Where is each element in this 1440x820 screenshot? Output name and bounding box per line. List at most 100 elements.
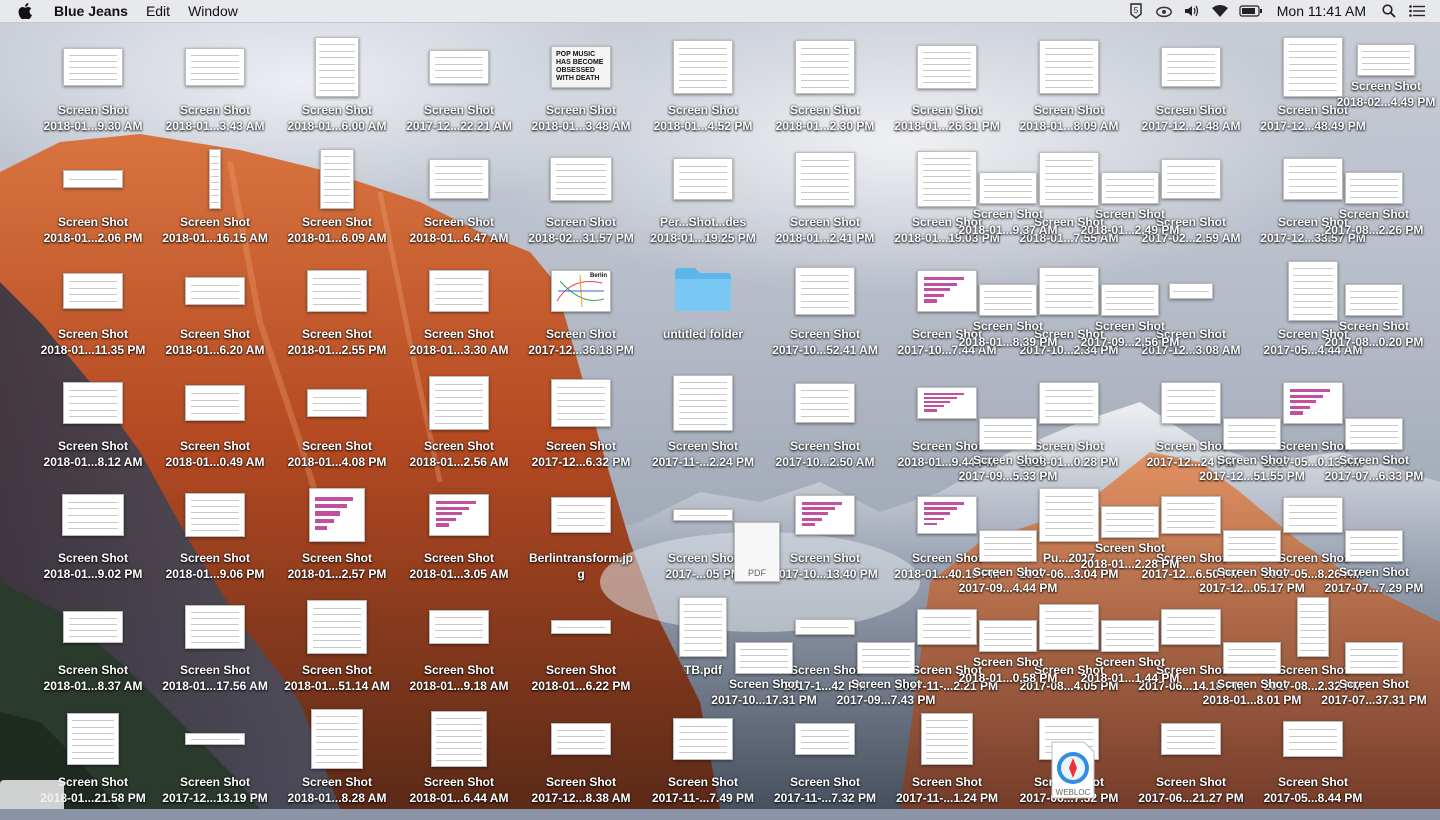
file-label: Screen Shot 2017-10...17.31 PM <box>703 676 825 708</box>
desktop-file-icon[interactable]: Screen Shot 2017-10...17.31 PM <box>703 610 825 722</box>
desktop-file-icon[interactable]: Screen Shot 2018-01...2.28 PM <box>1069 474 1191 586</box>
desktop-file-icon[interactable]: Screen Shot 2018-01...3.43 AM <box>154 36 276 148</box>
desktop-file-icon[interactable]: Screen Shot 2018-01...2.30 PM <box>764 36 886 148</box>
desktop-file-icon[interactable]: Screen Shot 2018-01...9.18 AM <box>398 596 520 708</box>
desktop-file-icon[interactable]: Screen Shot 2017-12...8.38 AM <box>520 708 642 820</box>
desktop-file-icon[interactable]: Screen Shot 2018-01...3.30 AM <box>398 260 520 372</box>
file-thumbnail <box>551 620 611 634</box>
desktop-file-icon[interactable]: Screen Shot 2017-10...13.40 PM <box>764 484 886 596</box>
desktop-file-icon[interactable]: Screen Shot 2017-08...2.26 PM <box>1313 140 1435 252</box>
desktop-file-icon[interactable]: Screen Shot 2018-01...17.56 AM <box>154 596 276 708</box>
desktop-file-icon[interactable]: Screen Shot 2018-01...4.08 PM <box>276 372 398 484</box>
desktop-file-icon[interactable]: Screen Shot 2017-11-...7.32 PM <box>764 708 886 820</box>
desktop-file-icon[interactable]: Screen Shot 2018-01...8.01 PM <box>1191 610 1313 722</box>
desktop-file-icon[interactable]: Screen Shot 2018-01...8.37 AM <box>32 596 154 708</box>
file-date: 2018-01...8.09 AM <box>1019 119 1119 133</box>
desktop-file-icon[interactable]: POP MUSIC HAS BECOME OBSESSED WITH DEATH… <box>520 36 642 148</box>
menu-clock[interactable]: Mon 11:41 AM <box>1277 3 1366 19</box>
desktop-file-icon[interactable]: Screen Shot 2018-01...2.49 PM <box>1069 140 1191 252</box>
file-label: untitled folder <box>642 326 764 342</box>
desktop-file-icon[interactable]: Screen Shot 2018-01...16.15 AM <box>154 148 276 260</box>
desktop-file-icon[interactable]: untitled folder <box>642 260 764 372</box>
desktop-file-icon[interactable]: Screen Shot 2018-01...6.22 PM <box>520 596 642 708</box>
desktop-file-icon[interactable]: Screen Shot 2018-01...0.58 PM <box>947 588 1069 700</box>
desktop-file-icon[interactable]: Screen Shot 2017-06...21.27 PM <box>1130 708 1252 820</box>
spotlight-search-icon[interactable] <box>1380 3 1398 19</box>
desktop-file-icon[interactable]: Berlintransform.jp g <box>520 484 642 596</box>
wifi-icon[interactable] <box>1211 3 1229 19</box>
desktop-file-icon[interactable]: Screen Shot 2017-12...2.48 AM <box>1130 36 1252 148</box>
battery-icon[interactable] <box>1239 3 1263 19</box>
desktop-file-icon[interactable]: Screen Shot 2017-05...8.44 PM <box>1252 708 1374 820</box>
desktop-file-icon[interactable]: Screen Shot 2017-07...6.33 PM <box>1313 386 1435 498</box>
file-name: Screen Shot <box>545 439 617 453</box>
desktop-file-icon[interactable]: Screen Shot 2017-08...0.20 PM <box>1313 252 1435 364</box>
bluejeans-icon[interactable]: 5 <box>1127 3 1145 19</box>
desktop-file-icon[interactable]: Screen Shot 2018-01...9.37 AM <box>947 140 1069 252</box>
notification-center-icon[interactable] <box>1408 3 1426 19</box>
file-date: 2017-10...52.41 AM <box>772 343 878 357</box>
desktop-file-icon[interactable]: Screen Shot 2017-07...37.31 PM <box>1313 610 1435 722</box>
desktop-file-icon[interactable]: Screen Shot 2018-01...2.06 PM <box>32 148 154 260</box>
desktop-file-icon[interactable]: Screen Shot 2018-01...3.05 AM <box>398 484 520 596</box>
desktop-file-icon[interactable]: Screen Shot 2018-01...0.49 AM <box>154 372 276 484</box>
volume-icon[interactable] <box>1183 3 1201 19</box>
desktop-file-icon[interactable]: Screen Shot 2018-01...9.30 AM <box>32 36 154 148</box>
file-label: Screen Shot 2018-01...1.44 PM <box>1069 654 1191 686</box>
desktop-file-icon[interactable]: Screen Shot 2018-01...4.52 PM <box>642 36 764 148</box>
desktop-file-icon[interactable]: Screen Shot 2017-12...51.55 PM <box>1191 386 1313 498</box>
desktop-file-icon[interactable]: Screen Shot 2017-10...52.41 AM <box>764 260 886 372</box>
desktop-file-icon[interactable]: Screen Shot 2018-01...1.44 PM <box>1069 588 1191 700</box>
file-thumbnail <box>1101 284 1159 316</box>
desktop-file-icon[interactable]: Screen Shot 2017-10...2.50 AM <box>764 372 886 484</box>
desktop-file-icon[interactable]: Screen Shot 2018-01...51.14 AM <box>276 596 398 708</box>
desktop-file-icon[interactable]: Screen Shot 2017-12...05.17 PM <box>1191 498 1313 610</box>
desktop-file-icon[interactable]: Screen Shot 2017-11-...7.49 PM <box>642 708 764 820</box>
file-label: Screen Shot 2017-07...37.31 PM <box>1313 676 1435 708</box>
desktop-file-icon[interactable]: Screen Shot 2017-12...6.32 PM <box>520 372 642 484</box>
apple-icon[interactable] <box>18 2 36 20</box>
menu-app-name[interactable]: Blue Jeans <box>54 3 128 19</box>
desktop-file-icon[interactable]: Screen Shot 2018-01...8.28 AM <box>276 708 398 820</box>
pdf-file-icon[interactable]: PDF <box>734 522 780 582</box>
desktop-file-icon[interactable]: Per...Shot...des 2018-01...19.25 PM <box>642 148 764 260</box>
desktop-file-icon[interactable]: Screen Shot 2017-12...22.21 AM <box>398 36 520 148</box>
desktop-file-icon[interactable]: Screen Shot 2017-12...13.19 PM <box>154 708 276 820</box>
desktop-file-icon[interactable]: Screen Shot 2018-01...6.44 AM <box>398 708 520 820</box>
desktop-file-icon[interactable]: Screen Shot 2017-11-...1.24 PM <box>886 708 1008 820</box>
menu-edit[interactable]: Edit <box>146 3 170 19</box>
desktop-file-icon[interactable]: Screen Shot 2018-01...2.56 AM <box>398 372 520 484</box>
desktop-file-icon[interactable]: Screen Shot 2018-01...26.31 PM <box>886 36 1008 148</box>
menu-window[interactable]: Window <box>188 3 238 19</box>
desktop-file-icon[interactable]: Screen Shot 2018-01...8.12 AM <box>32 372 154 484</box>
desktop-file-icon[interactable]: Screen Shot 2018-01...2.41 PM <box>764 148 886 260</box>
file-thumbnail <box>795 495 855 535</box>
file-name: Screen Shot <box>301 327 373 341</box>
desktop-file-icon[interactable]: Screen Shot 2018-01...6.47 AM <box>398 148 520 260</box>
desktop-file-icon[interactable]: Screen Shot 2017-09...5.33 PM <box>947 386 1069 498</box>
file-thumbnail <box>673 718 733 760</box>
desktop-file-icon[interactable]: Screen Shot 2017-09...7.43 PM <box>825 610 947 722</box>
file-name: Screen Shot <box>1033 103 1105 117</box>
desktop-file-icon[interactable]: Screen Shot 2018-02...4.49 PM <box>1325 12 1440 124</box>
desktop-file-icon[interactable]: Screen Shot 2018-02...31.57 PM <box>520 148 642 260</box>
desktop-file-icon[interactable]: Screen Shot 2018-01...6.20 AM <box>154 260 276 372</box>
desktop-file-icon[interactable]: Screen Shot 2018-01...8.09 AM <box>1008 36 1130 148</box>
desktop-file-icon[interactable]: Screen Shot 2017-07...7.29 PM <box>1313 498 1435 610</box>
file-thumbnail <box>307 270 367 312</box>
file-thumbnail <box>673 158 733 200</box>
desktop-file-icon[interactable]: Screen Shot 2018-01...6.09 AM <box>276 148 398 260</box>
desktop-file-icon[interactable]: Screen Shot 2018-01...2.57 PM <box>276 484 398 596</box>
creative-cloud-icon[interactable] <box>1155 3 1173 19</box>
desktop-file-icon[interactable]: Screen Shot 2017-11-...2.24 PM <box>642 372 764 484</box>
desktop-file-icon[interactable]: Screen Shot 2017-09...2.56 PM <box>1069 252 1191 364</box>
webloc-file-icon[interactable]: WEBLOC <box>1048 740 1098 800</box>
file-name: Screen Shot <box>1338 319 1410 333</box>
desktop-file-icon[interactable]: Screen Shot 2018-01...9.02 PM <box>32 484 154 596</box>
desktop-file-icon[interactable]: Screen Shot 2018-01...2.55 PM <box>276 260 398 372</box>
desktop-file-icon[interactable]: Screen Shot 2018-01...6.00 AM <box>276 36 398 148</box>
desktop-file-icon[interactable]: Screen Shot 2018-01...8.39 PM <box>947 252 1069 364</box>
desktop-file-icon[interactable]: Screen Shot 2018-01...11.35 PM <box>32 260 154 372</box>
desktop-file-icon[interactable]: Screen Shot 2018-01...9.06 PM <box>154 484 276 596</box>
desktop-file-icon[interactable]: Berlin Screen Shot 2017-12...36.18 PM <box>520 260 642 372</box>
